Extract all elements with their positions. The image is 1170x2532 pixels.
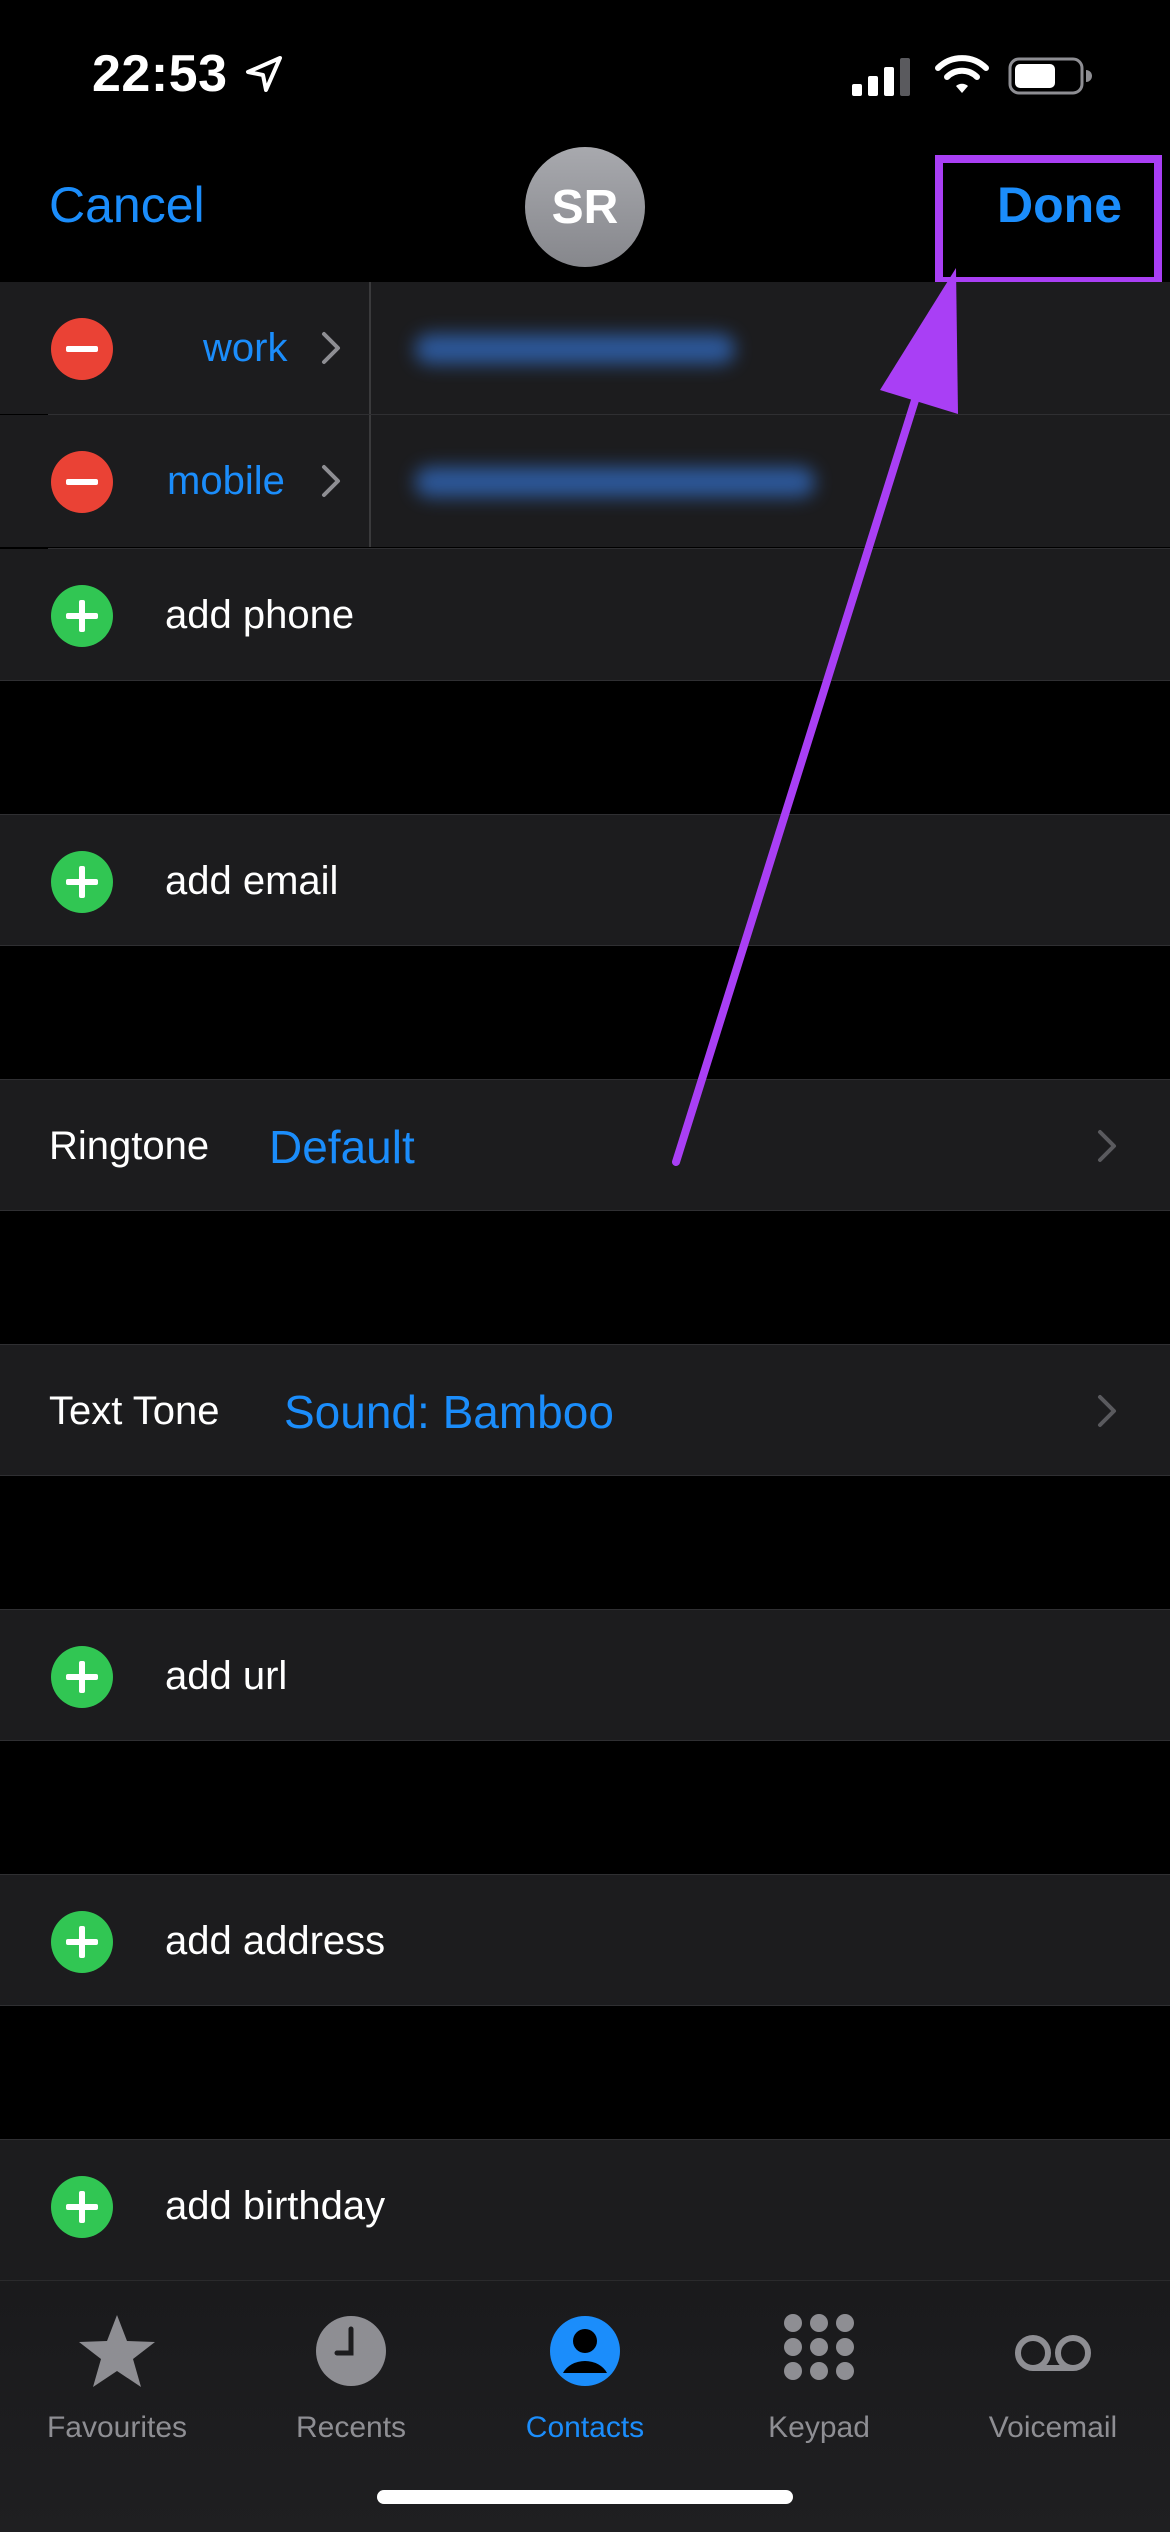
- add-birthday-label: add birthday: [165, 2184, 386, 2228]
- add-address-row[interactable]: add address: [0, 1874, 1170, 2006]
- home-indicator[interactable]: [377, 2490, 793, 2504]
- remove-icon[interactable]: [51, 318, 113, 380]
- add-url-label: add url: [165, 1654, 288, 1698]
- text-tone-value: Sound: Bamboo: [284, 1386, 614, 1438]
- tab-recents[interactable]: Recents: [234, 2301, 468, 2451]
- voicemail-icon: [1015, 2335, 1091, 2371]
- avatar[interactable]: SR: [525, 147, 645, 267]
- phone-label-mobile[interactable]: mobile: [167, 459, 285, 504]
- add-url-row[interactable]: add url: [0, 1609, 1170, 1741]
- add-phone-row[interactable]: add phone: [0, 549, 1170, 681]
- status-bar: 22:53: [0, 0, 1170, 150]
- phone-row-mobile: mobile: [0, 415, 1170, 547]
- text-tone-row[interactable]: Text Tone Sound: Bamboo: [0, 1344, 1170, 1476]
- add-address-label: add address: [165, 1919, 386, 1963]
- ringtone-row[interactable]: Ringtone Default: [0, 1079, 1170, 1211]
- tab-label: Favourites: [46, 2411, 188, 2444]
- tab-label: Voicemail: [988, 2411, 1118, 2444]
- add-icon[interactable]: [51, 2176, 113, 2238]
- cell-signal-icon: [852, 58, 910, 96]
- chevron-right-icon: [1098, 1130, 1116, 1162]
- tab-contacts[interactable]: Contacts: [468, 2301, 702, 2451]
- phone-label-work[interactable]: work: [203, 326, 287, 371]
- tab-label: Recents: [295, 2411, 407, 2444]
- tab-label: Keypad: [768, 2411, 870, 2444]
- add-email-row[interactable]: add email: [0, 814, 1170, 946]
- redacted-phone-number[interactable]: [415, 467, 815, 497]
- done-highlight-box: [935, 155, 1162, 285]
- ringtone-label: Ringtone: [49, 1124, 210, 1168]
- add-icon[interactable]: [51, 851, 113, 913]
- column-divider: [369, 282, 371, 414]
- tab-favourites[interactable]: Favourites: [0, 2301, 234, 2451]
- add-icon[interactable]: [51, 585, 113, 647]
- keypad-icon: [784, 2314, 854, 2380]
- clock-icon: [316, 2316, 386, 2386]
- add-phone-label: add phone: [165, 593, 355, 637]
- location-arrow-icon: [246, 56, 282, 92]
- remove-icon[interactable]: [51, 451, 113, 513]
- ringtone-value: Default: [269, 1121, 415, 1173]
- tab-keypad[interactable]: Keypad: [702, 2301, 936, 2451]
- add-icon[interactable]: [51, 1911, 113, 1973]
- wifi-icon: [935, 55, 989, 93]
- column-divider: [369, 415, 371, 547]
- tab-label: Contacts: [525, 2411, 645, 2444]
- star-icon: [79, 2315, 155, 2387]
- add-email-label: add email: [165, 859, 339, 903]
- status-time: 22:53: [92, 45, 228, 103]
- chevron-right-icon: [1098, 1395, 1116, 1427]
- add-icon[interactable]: [51, 1646, 113, 1708]
- chevron-right-icon[interactable]: [320, 330, 342, 366]
- redacted-phone-number[interactable]: [415, 334, 735, 364]
- cancel-button[interactable]: Cancel: [49, 176, 205, 234]
- avatar-initials: SR: [551, 180, 619, 234]
- text-tone-label: Text Tone: [49, 1389, 220, 1433]
- phone-row-work: work: [0, 282, 1170, 414]
- chevron-right-icon[interactable]: [320, 463, 342, 499]
- battery-icon: [1008, 57, 1092, 95]
- tab-voicemail[interactable]: Voicemail: [936, 2301, 1170, 2451]
- person-circle-icon: [550, 2316, 620, 2386]
- add-birthday-row[interactable]: add birthday: [0, 2139, 1170, 2280]
